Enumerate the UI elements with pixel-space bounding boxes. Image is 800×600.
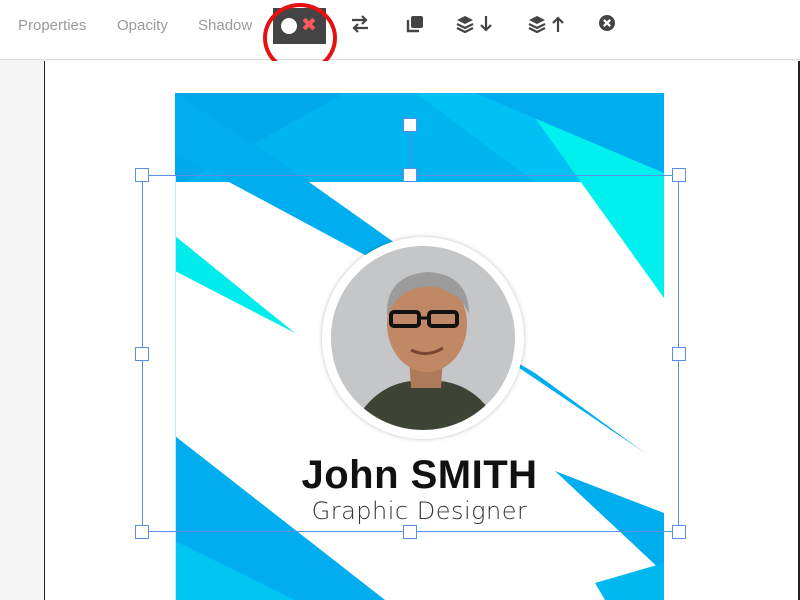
avatar-frame (322, 237, 524, 439)
resize-handle-bottom[interactable] (403, 525, 417, 539)
swap-button[interactable] (349, 13, 379, 39)
shadow-tab[interactable]: Shadow (198, 17, 252, 34)
toolbar: Properties Opacity Shadow ✖ (0, 0, 800, 73)
toggle-off-icon (281, 18, 297, 34)
duplicate-button[interactable] (404, 13, 434, 39)
resize-handle-right[interactable] (672, 347, 686, 361)
send-backward-button[interactable] (455, 13, 497, 39)
swap-arrows-icon (352, 15, 368, 33)
layers-up-icon (528, 16, 564, 34)
properties-tab[interactable]: Properties (18, 17, 86, 34)
card-job-title[interactable]: Graphic Designer (175, 497, 664, 525)
close-circle-icon (599, 15, 615, 31)
resize-handle-top-right[interactable] (672, 168, 686, 182)
resize-handle-bottom-left[interactable] (135, 525, 149, 539)
rotate-handle[interactable] (403, 118, 417, 132)
toggle-visibility-button[interactable]: ✖ (273, 8, 326, 44)
resize-handle-left[interactable] (135, 347, 149, 361)
resize-handle-bottom-right[interactable] (672, 525, 686, 539)
id-card[interactable]: John SMITH Graphic Designer (175, 93, 664, 600)
page-border-left (44, 61, 45, 600)
resize-handle-top-left[interactable] (135, 168, 149, 182)
resize-handle-top[interactable] (403, 168, 417, 182)
person-photo-icon (331, 246, 515, 430)
delete-button[interactable] (598, 13, 628, 39)
copy-icon (406, 16, 423, 33)
bring-forward-button[interactable] (527, 13, 569, 39)
alignment-guide (175, 175, 176, 600)
card-name[interactable]: John SMITH (175, 453, 664, 498)
x-mark-icon: ✖ (301, 14, 317, 36)
layers-down-icon (456, 16, 492, 34)
avatar (331, 246, 515, 430)
opacity-tab[interactable]: Opacity (117, 17, 168, 34)
